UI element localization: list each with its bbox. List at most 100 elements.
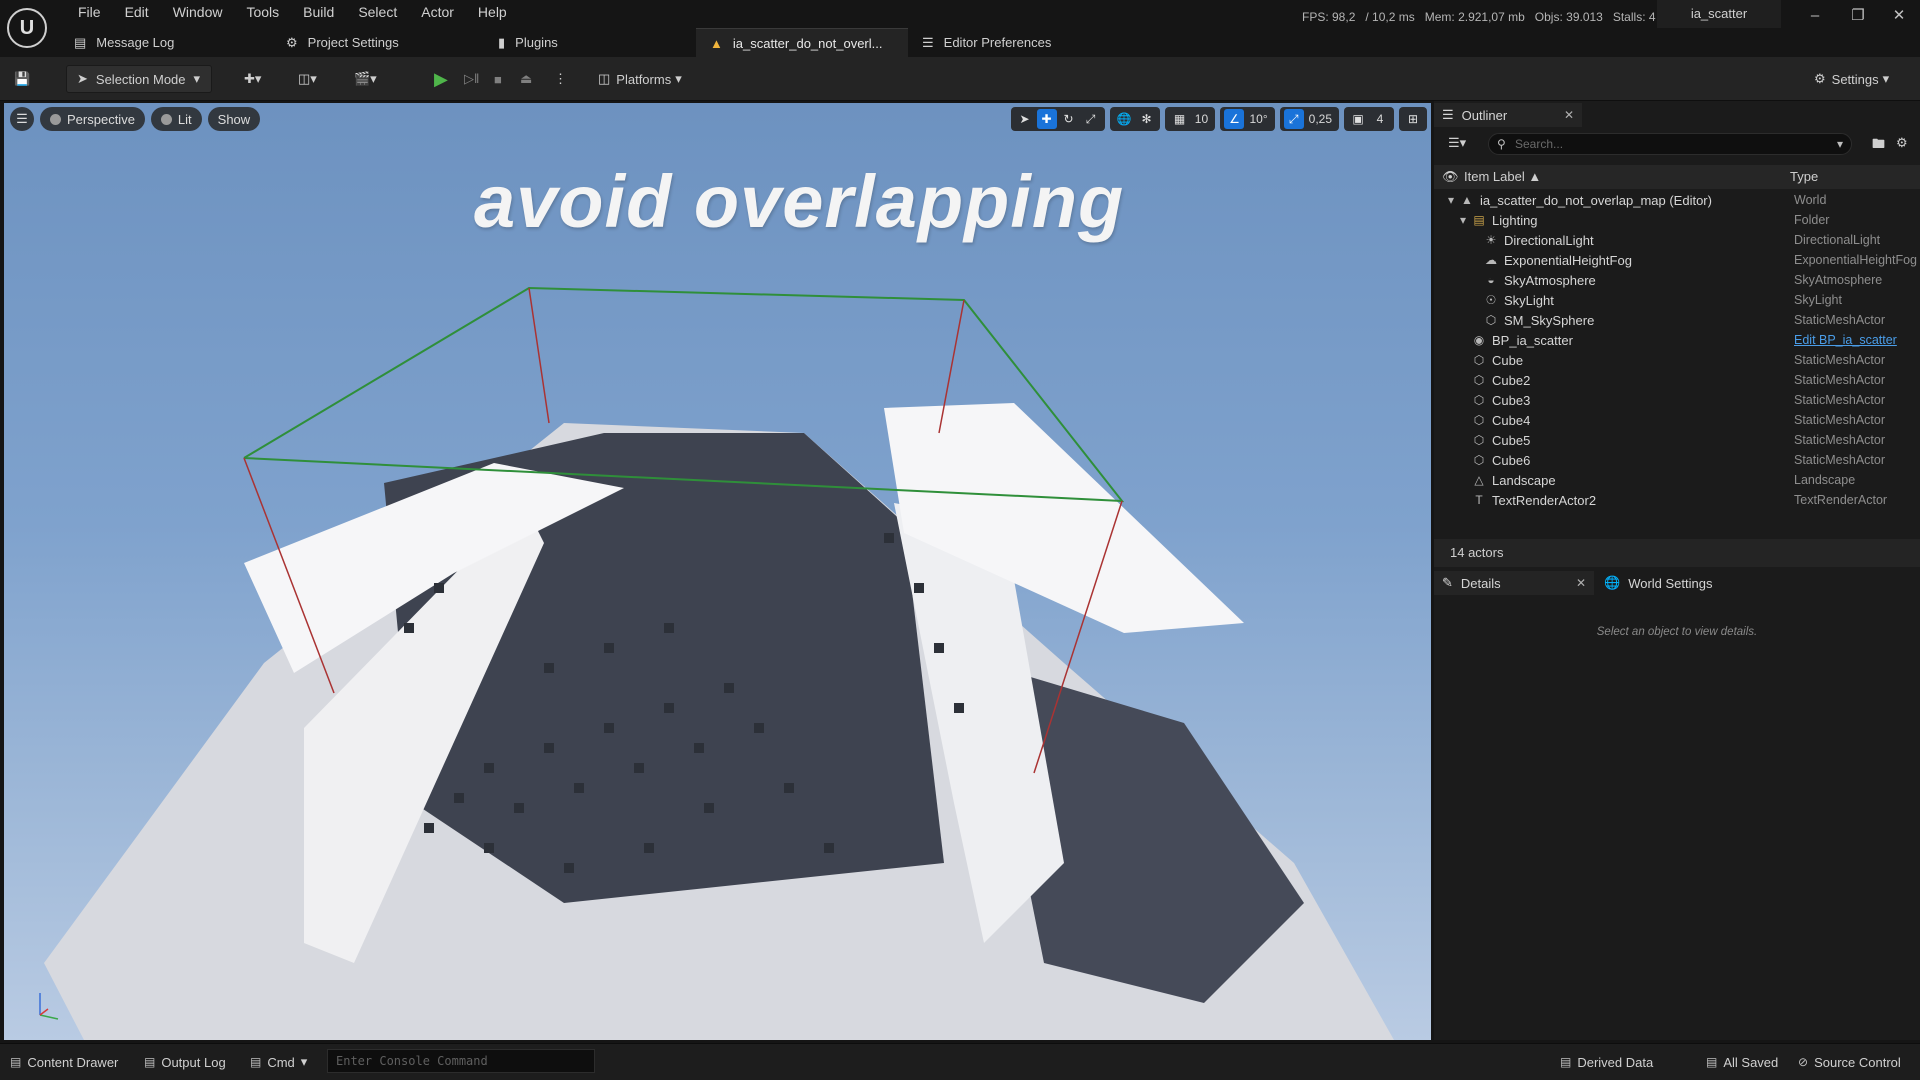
- world-space-icon[interactable]: 🌐: [1114, 109, 1135, 129]
- outliner-item-label: BP_ia_scatter: [1492, 333, 1573, 348]
- menu-help[interactable]: Help: [466, 3, 519, 21]
- outliner-tab[interactable]: ☰ Outliner ✕: [1434, 103, 1582, 127]
- cinematics-icon[interactable]: 🎬▾: [354, 65, 377, 93]
- selection-mode-dropdown[interactable]: ➤ Selection Mode ▾: [66, 65, 212, 93]
- minimize-icon[interactable]: –: [1800, 6, 1830, 26]
- list-icon: ☰: [1442, 107, 1454, 122]
- outliner-row[interactable]: ◒ SkyAtmosphere SkyAtmosphere: [1434, 271, 1920, 291]
- expand-arrow-icon[interactable]: ▾: [1456, 213, 1470, 227]
- outliner-row[interactable]: ▾ ▤ Lighting Folder: [1434, 211, 1920, 231]
- save-icon[interactable]: 💾: [14, 65, 30, 93]
- close-icon[interactable]: ✕: [1576, 576, 1586, 590]
- step-icon[interactable]: ▷‖: [464, 65, 479, 93]
- viewport-menu-icon[interactable]: ☰: [10, 107, 34, 131]
- platforms-button[interactable]: ◫ Platforms ▾: [598, 65, 682, 93]
- restore-icon[interactable]: ❐: [1843, 6, 1873, 26]
- gear-icon: ⚙: [1814, 71, 1826, 86]
- camera-speed-value[interactable]: 4: [1370, 109, 1390, 129]
- outliner-row[interactable]: ⬡ Cube5 StaticMeshActor: [1434, 431, 1920, 451]
- console-command-input[interactable]: Enter Console Command: [327, 1049, 595, 1073]
- play-icon[interactable]: ▶: [434, 65, 448, 93]
- angle-snap-icon[interactable]: ∠: [1224, 109, 1245, 129]
- outliner-row[interactable]: △ Landscape Landscape: [1434, 471, 1920, 491]
- details-tab[interactable]: ✎ Details ✕: [1434, 571, 1594, 595]
- outliner-row[interactable]: ◉ BP_ia_scatter Edit BP_ia_scatter: [1434, 331, 1920, 351]
- rotation-snap-value[interactable]: 10°: [1246, 109, 1270, 129]
- scale-snap-value[interactable]: 0,25: [1306, 109, 1335, 129]
- add-actor-icon[interactable]: ✚▾: [244, 65, 261, 93]
- camera-icon[interactable]: ▣: [1348, 109, 1368, 129]
- tab-message-log[interactable]: ▤ Message Log: [60, 28, 272, 57]
- scale-snap-icon[interactable]: ⤢: [1283, 109, 1304, 129]
- close-icon[interactable]: ✕: [1564, 108, 1574, 122]
- mesh-icon: ⬡: [1473, 413, 1485, 427]
- fps-readout: FPS: 98,2: [1302, 10, 1356, 24]
- translate-icon[interactable]: ✚: [1036, 109, 1057, 129]
- world-settings-tab[interactable]: 🌐 World Settings: [1596, 571, 1746, 595]
- menu-actor[interactable]: Actor: [409, 3, 466, 21]
- grid-snap: ▦ 10: [1165, 107, 1216, 131]
- menu-edit[interactable]: Edit: [113, 3, 161, 21]
- perspective-button[interactable]: Perspective: [40, 107, 145, 131]
- select-icon[interactable]: ➤: [1015, 109, 1035, 129]
- menu-select[interactable]: Select: [346, 3, 409, 21]
- outliner-row[interactable]: ☉ SkyLight SkyLight: [1434, 291, 1920, 311]
- outliner-row[interactable]: ⬡ Cube6 StaticMeshActor: [1434, 451, 1920, 471]
- world-settings-label: World Settings: [1628, 575, 1713, 591]
- outliner-row[interactable]: ⬡ Cube StaticMeshActor: [1434, 351, 1920, 371]
- lit-button[interactable]: Lit: [150, 107, 202, 131]
- close-window-icon[interactable]: ✕: [1884, 6, 1914, 26]
- tab-level-editor[interactable]: ▲ ia_scatter_do_not_overl...: [696, 28, 908, 57]
- filter-icon[interactable]: ☰▾: [1448, 135, 1466, 151]
- outliner-item-type: ExponentialHeightFog: [1794, 253, 1917, 267]
- tab-editor-preferences[interactable]: ☰ Editor Preferences: [908, 28, 1078, 57]
- outliner-row[interactable]: ⬡ Cube3 StaticMeshActor: [1434, 391, 1920, 411]
- new-folder-icon[interactable]: 🖿: [1872, 135, 1885, 157]
- tab-project-settings[interactable]: ⚙ Project Settings: [272, 28, 484, 57]
- more-options-icon[interactable]: ⋮: [554, 65, 567, 93]
- outliner-row[interactable]: ▾ ▲ ia_scatter_do_not_overlap_map (Editor)…: [1434, 191, 1920, 211]
- outliner-search-input[interactable]: ⚲ Search... ▾: [1488, 133, 1852, 155]
- blueprint-menu-icon[interactable]: ◫▾: [298, 65, 317, 93]
- type-column[interactable]: Type: [1790, 169, 1818, 184]
- outliner-item-label: Cube6: [1492, 453, 1531, 468]
- outliner-row[interactable]: ⬡ Cube2 StaticMeshActor: [1434, 371, 1920, 391]
- content-drawer-label: Content Drawer: [27, 1054, 119, 1070]
- content-drawer-button[interactable]: ▤ Content Drawer: [10, 1052, 118, 1072]
- visibility-eye-icon[interactable]: 👁: [1442, 169, 1459, 185]
- outliner-row[interactable]: ⬡ Cube4 StaticMeshActor: [1434, 411, 1920, 431]
- all-saved-button[interactable]: ▤ All Saved: [1706, 1052, 1778, 1072]
- output-log-button[interactable]: ▤ Output Log: [144, 1052, 226, 1072]
- item-label-column[interactable]: Item Label ▲: [1464, 169, 1541, 184]
- stop-icon[interactable]: ■: [494, 65, 502, 93]
- derived-data-button[interactable]: ▤ Derived Data: [1560, 1052, 1653, 1072]
- rotate-icon[interactable]: ↻: [1059, 109, 1079, 129]
- outliner-row[interactable]: ⬡ SM_SkySphere StaticMeshActor: [1434, 311, 1920, 331]
- menu-window[interactable]: Window: [161, 3, 235, 21]
- menu-tools[interactable]: Tools: [234, 3, 291, 21]
- show-button[interactable]: Show: [207, 107, 261, 131]
- menu-build[interactable]: Build: [291, 3, 346, 21]
- scale-icon[interactable]: ⤢: [1081, 109, 1101, 129]
- cmd-dropdown[interactable]: ▤ Cmd ▾: [250, 1052, 307, 1072]
- outliner-row[interactable]: ☁ ExponentialHeightFog ExponentialHeightFo…: [1434, 251, 1920, 271]
- tab-plugins[interactable]: ▮ Plugins: [484, 28, 696, 57]
- level-viewport[interactable]: avoid overlapping ☰ Perspective Lit Show…: [4, 103, 1431, 1040]
- mesh-icon: ⬡: [1473, 433, 1485, 447]
- grid-snap-icon[interactable]: ▦: [1169, 109, 1189, 129]
- outliner-settings-icon[interactable]: ⚙: [1896, 135, 1908, 151]
- outliner-item-label: Lighting: [1492, 213, 1538, 228]
- outliner-row[interactable]: T TextRenderActor2 TextRenderActor: [1434, 491, 1920, 511]
- source-control-button[interactable]: ⊘ Source Control: [1798, 1052, 1901, 1072]
- fog-icon: ☁: [1485, 253, 1497, 267]
- grid-size-value[interactable]: 10: [1191, 109, 1211, 129]
- eject-icon[interactable]: ⏏: [520, 65, 532, 93]
- layout-grid-icon[interactable]: ⊞: [1403, 109, 1423, 129]
- outliner-row[interactable]: ☀ DirectionalLight DirectionalLight: [1434, 231, 1920, 251]
- expand-arrow-icon[interactable]: ▾: [1444, 193, 1458, 207]
- surface-snap-icon[interactable]: ✻: [1136, 109, 1156, 129]
- edit-blueprint-link[interactable]: Edit BP_ia_scatter: [1794, 333, 1897, 347]
- menu-file[interactable]: File: [66, 3, 113, 21]
- settings-button[interactable]: ⚙ Settings ▾: [1814, 65, 1889, 93]
- unreal-logo-icon[interactable]: U: [7, 8, 47, 48]
